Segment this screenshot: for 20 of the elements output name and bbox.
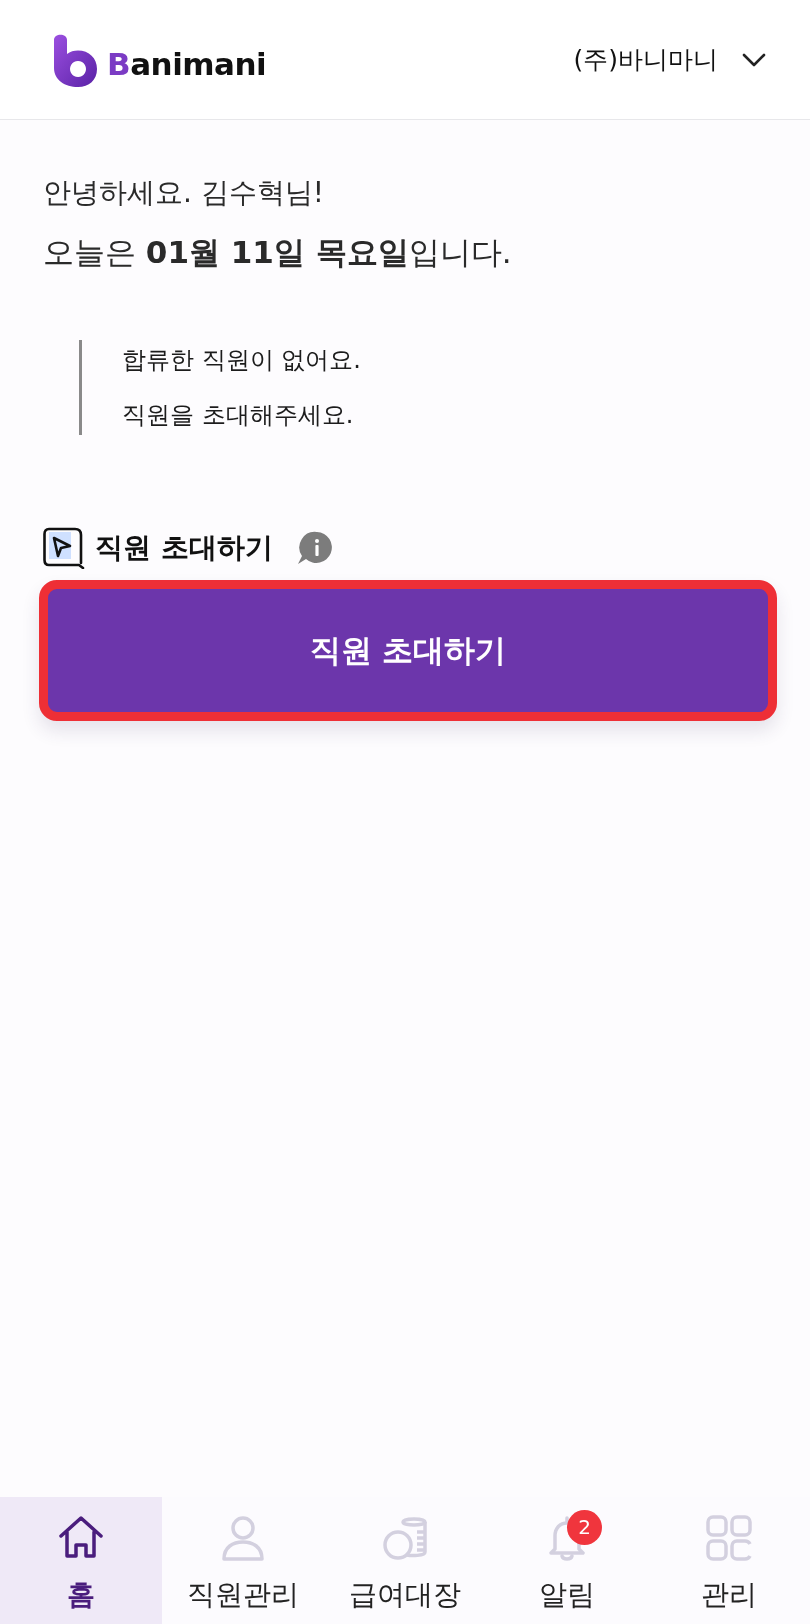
notice-text: 합류한 직원이 없어요. bbox=[122, 345, 362, 376]
notification-badge: 2 bbox=[567, 1510, 602, 1545]
send-square-icon bbox=[43, 527, 85, 569]
person-icon bbox=[219, 1514, 267, 1562]
date-text: 오늘은 01월 11일 목요일입니다. bbox=[43, 233, 513, 272]
info-icon[interactable] bbox=[296, 531, 333, 565]
greeting-text: 안녕하세요. 김수혁님! bbox=[43, 175, 326, 211]
tab-item[interactable]: 급여대장 bbox=[324, 1497, 486, 1624]
tab-item[interactable]: 2 알림 bbox=[486, 1497, 648, 1624]
company-selector[interactable]: (주)바니마니 bbox=[573, 39, 766, 80]
tab-item[interactable]: 직원관리 bbox=[162, 1497, 324, 1624]
section-title: 직원 초대하기 bbox=[95, 530, 273, 566]
invite-button[interactable]: 직원 초대하기 bbox=[39, 580, 777, 721]
grid-icon bbox=[705, 1514, 753, 1562]
tab-item[interactable]: 홈 bbox=[0, 1497, 162, 1624]
notice-text: 직원을 초대해주세요. bbox=[122, 400, 355, 431]
tab-item[interactable]: 관리 bbox=[648, 1497, 810, 1624]
brand-wordmark: Banimani bbox=[107, 45, 267, 80]
coins-icon bbox=[381, 1514, 429, 1562]
chevron-down-icon bbox=[742, 52, 766, 67]
